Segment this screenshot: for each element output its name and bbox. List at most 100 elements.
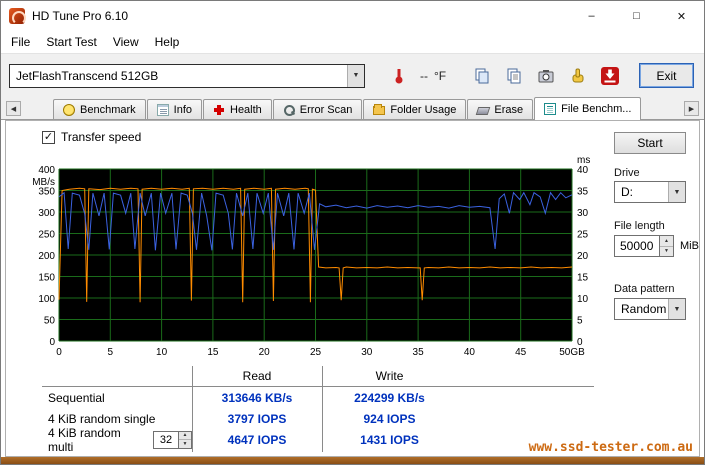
svg-text:350: 350 — [38, 187, 55, 198]
benchmark-chart: 400350300250200150100500MB/s403530252015… — [32, 151, 597, 368]
svg-text:MB/s: MB/s — [32, 177, 55, 188]
drive-select-value: D: — [615, 185, 668, 199]
tab-label: File Benchm... — [561, 103, 631, 115]
chevron-down-icon[interactable]: ▼ — [668, 182, 685, 202]
temperature-button[interactable] — [385, 62, 412, 89]
file-icon — [544, 103, 556, 115]
window-title: HD Tune Pro 6.10 — [32, 9, 128, 23]
queue-depth-value[interactable]: 32 — [153, 431, 179, 449]
tab-folder-usage[interactable]: Folder Usage — [363, 99, 466, 119]
copy-text-button[interactable] — [500, 62, 527, 89]
health-cross-icon — [213, 104, 225, 116]
app-icon — [9, 8, 25, 24]
tab-info[interactable]: Info — [147, 99, 202, 119]
data-pattern-select[interactable]: Random ▼ — [614, 298, 686, 320]
menu-item-view[interactable]: View — [105, 32, 147, 52]
transfer-speed-checkbox[interactable]: ✓ — [42, 131, 55, 144]
svg-text:200: 200 — [38, 251, 55, 262]
eraser-icon — [476, 107, 491, 115]
tab-label: Folder Usage — [390, 104, 456, 116]
table-header-row: Read Write — [42, 366, 594, 387]
screenshot-button[interactable] — [532, 62, 559, 89]
svg-text:15: 15 — [207, 347, 219, 358]
spin-down-icon[interactable]: ▼ — [179, 440, 191, 448]
svg-text:400: 400 — [38, 165, 55, 176]
menu-bar: File Start Test View Help — [1, 31, 704, 53]
tab-benchmark[interactable]: Benchmark — [53, 99, 146, 119]
tab-scroll-left-icon[interactable]: ◀ — [6, 101, 21, 116]
minimize-button[interactable]: – — [569, 1, 614, 31]
title-bar: HD Tune Pro 6.10 – □ ✕ — [1, 1, 704, 31]
copy-image-button[interactable] — [468, 62, 495, 89]
svg-text:25: 25 — [577, 230, 589, 241]
svg-text:10: 10 — [156, 347, 168, 358]
transfer-speed-label: Transfer speed — [61, 130, 141, 144]
spin-up-icon[interactable]: ▲ — [179, 432, 191, 441]
write-column-header: Write — [322, 369, 457, 383]
toolbar-icon-group — [468, 62, 623, 89]
save-button[interactable] — [596, 62, 623, 89]
info-icon — [157, 104, 169, 116]
svg-text:40: 40 — [464, 347, 476, 358]
chevron-down-icon[interactable]: ▼ — [668, 299, 685, 319]
file-length-unit: MiB — [680, 240, 699, 252]
spin-down-icon[interactable]: ▼ — [660, 247, 673, 257]
copy-image-icon — [473, 67, 491, 85]
svg-text:40: 40 — [577, 165, 589, 176]
spin-up-icon[interactable]: ▲ — [660, 236, 673, 247]
svg-text:50GB: 50GB — [559, 347, 585, 358]
tab-label: Erase — [494, 104, 523, 116]
tab-health[interactable]: Health — [203, 99, 272, 119]
start-button[interactable]: Start — [614, 132, 686, 154]
donate-button[interactable] — [564, 62, 591, 89]
svg-text:20: 20 — [577, 251, 589, 262]
tab-file-benchmark[interactable]: File Benchm... — [534, 97, 641, 120]
table-divider — [192, 366, 193, 452]
svg-text:10: 10 — [577, 294, 589, 305]
menu-item-file[interactable]: File — [3, 32, 38, 52]
svg-text:ms: ms — [577, 155, 590, 166]
menu-item-start-test[interactable]: Start Test — [38, 32, 104, 52]
menu-item-help[interactable]: Help — [147, 32, 188, 52]
tab-label: Health — [230, 104, 262, 116]
data-pattern-label: Data pattern — [614, 283, 675, 295]
device-selector-value: JetFlashTranscend 512GB — [10, 69, 347, 83]
thermometer-icon — [390, 67, 408, 85]
random-single-write-value: 924 IOPS — [322, 412, 457, 426]
transfer-speed-option: ✓ Transfer speed — [42, 130, 141, 144]
tab-strip: ◀ Benchmark Info Health Error Scan Folde… — [1, 97, 704, 120]
temperature-value: -- — [420, 69, 428, 83]
svg-text:20: 20 — [259, 347, 271, 358]
results-table: Read Write Sequential 313646 KB/s 224299… — [42, 366, 594, 450]
drive-select[interactable]: D: ▼ — [614, 181, 686, 203]
app-window: HD Tune Pro 6.10 – □ ✕ File Start Test V… — [0, 0, 705, 465]
queue-depth-stepper[interactable]: 32 ▲ ▼ — [153, 431, 192, 449]
device-selector[interactable]: JetFlashTranscend 512GB ▼ — [9, 64, 365, 88]
window-controls: – □ ✕ — [569, 1, 704, 31]
benchmark-icon — [63, 104, 75, 116]
tab-error-scan[interactable]: Error Scan — [273, 99, 363, 119]
drive-label: Drive — [614, 167, 640, 179]
random-multi-write-value: 1431 IOPS — [322, 433, 457, 447]
svg-text:15: 15 — [577, 273, 589, 284]
row-label: 4 KiB random single — [42, 412, 192, 426]
svg-text:100: 100 — [38, 294, 55, 305]
random-single-read-value: 3797 IOPS — [192, 412, 322, 426]
chevron-down-icon[interactable]: ▼ — [347, 65, 364, 87]
sequential-write-value: 224299 KB/s — [322, 391, 457, 405]
exit-button[interactable]: Exit — [639, 63, 694, 88]
tab-label: Info — [174, 104, 192, 116]
tab-label: Benchmark — [80, 104, 136, 116]
table-row: Sequential 313646 KB/s 224299 KB/s — [42, 387, 594, 408]
svg-text:250: 250 — [38, 230, 55, 241]
row-label-group: 4 KiB random multi 32 ▲ ▼ — [42, 426, 192, 454]
download-icon — [600, 66, 620, 86]
close-button[interactable]: ✕ — [659, 1, 704, 31]
tab-scroll-right-icon[interactable]: ▶ — [684, 101, 699, 116]
camera-icon — [537, 67, 555, 85]
random-multi-read-value: 4647 IOPS — [192, 433, 322, 447]
maximize-button[interactable]: □ — [614, 1, 659, 31]
tab-erase[interactable]: Erase — [467, 99, 533, 119]
chart-canvas: 400350300250200150100500MB/s403530252015… — [32, 151, 597, 363]
file-length-input[interactable]: 50000 — [614, 235, 660, 257]
